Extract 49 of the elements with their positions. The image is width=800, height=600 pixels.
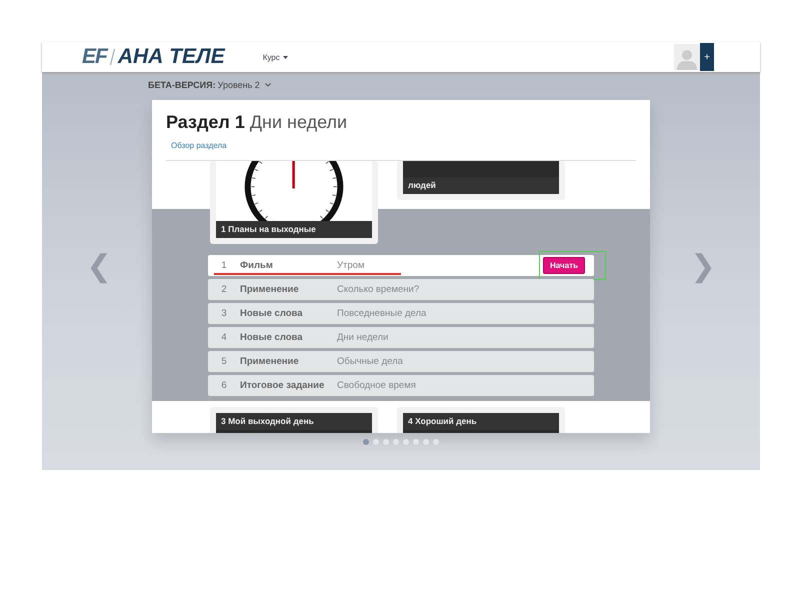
- lesson-number: 4: [220, 332, 228, 343]
- page-dot[interactable]: [433, 439, 439, 445]
- caret-icon: [282, 56, 288, 58]
- page-dot[interactable]: [363, 439, 369, 445]
- lesson-row[interactable]: 6 Итоговое задание Свободное время: [208, 375, 594, 396]
- page-dot[interactable]: [393, 439, 399, 445]
- lesson-type: Новые слова: [240, 308, 304, 319]
- lesson-row[interactable]: 2 Применение Сколько времени?: [208, 279, 594, 300]
- level-dropdown[interactable]: Уровень 2: [218, 80, 271, 90]
- lesson-number: 6: [220, 380, 228, 391]
- logo-text: АНА ТЕЛЕ: [118, 45, 225, 69]
- lesson-type: Применение: [240, 284, 300, 295]
- tile-caption[interactable]: 3 Мой выходной день: [216, 413, 372, 430]
- lesson-row[interactable]: 1 Фильм Утром Начать: [208, 255, 594, 276]
- logo-divider: [110, 49, 115, 65]
- page-dot[interactable]: [423, 439, 429, 445]
- add-button[interactable]: +: [700, 43, 714, 71]
- start-button[interactable]: Начать: [543, 257, 585, 274]
- avatar-icon[interactable]: [674, 44, 700, 70]
- lesson-type: Итоговое задание: [240, 380, 326, 391]
- lesson-number: 3: [220, 308, 228, 319]
- lesson-row[interactable]: 3 Новые слова Повседневные дела: [208, 303, 594, 324]
- lesson-topic: Повседневные дела: [337, 308, 428, 319]
- tile-caption[interactable]: людей: [403, 177, 559, 194]
- tile-caption[interactable]: 1 Планы на выходные: [216, 221, 372, 238]
- lesson-type: Применение: [240, 356, 300, 367]
- lesson-number: 1: [220, 260, 228, 271]
- lesson-topic: Утром: [337, 260, 366, 271]
- beta-label: БЕТА-ВЕРСИЯ:: [148, 80, 216, 90]
- tile-caption[interactable]: 4 Хороший день: [403, 413, 559, 430]
- lesson-number: 5: [220, 356, 228, 367]
- lesson-topic: Сколько времени?: [337, 284, 420, 295]
- lesson-type: Фильм: [240, 260, 274, 271]
- page-dot[interactable]: [373, 439, 379, 445]
- lesson-row[interactable]: 4 Новые слова Дни недели: [208, 327, 594, 348]
- logo-mark: EF: [82, 45, 107, 69]
- lesson-topic: Дни недели: [337, 332, 390, 343]
- chevron-icon: [264, 83, 271, 87]
- lesson-topic: Обычные дела: [337, 356, 404, 367]
- unit-title: Раздел 1 Дни недели: [166, 112, 348, 133]
- lesson-number: 2: [220, 284, 228, 295]
- page-dot[interactable]: [413, 439, 419, 445]
- page-dot[interactable]: [403, 439, 409, 445]
- page-dot[interactable]: [383, 439, 389, 445]
- course-menu[interactable]: Курс: [262, 52, 288, 62]
- lesson-row[interactable]: 5 Применение Обычные дела: [208, 351, 594, 372]
- lesson-type: Новые слова: [240, 332, 304, 343]
- overview-link[interactable]: Обзор раздела: [171, 141, 227, 150]
- lesson-topic: Свободное время: [337, 380, 417, 391]
